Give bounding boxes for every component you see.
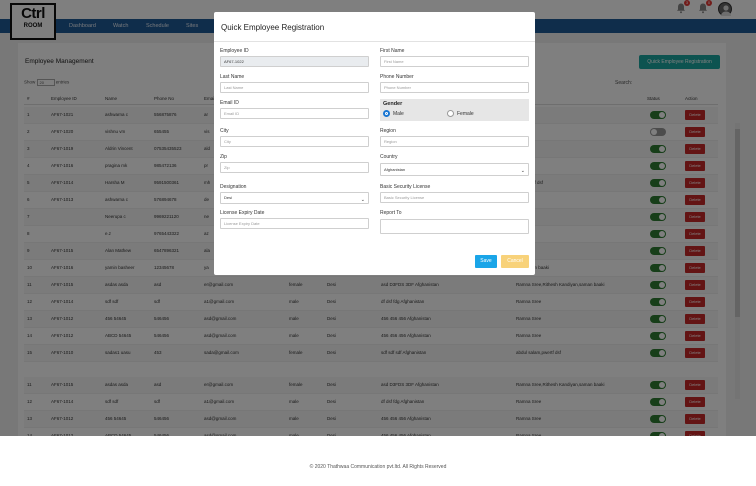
gender-label: Gender (383, 101, 403, 107)
report-to-label: Report To (380, 210, 402, 216)
phone-input[interactable]: Phone Number (380, 82, 529, 93)
employee-id-field: AF67-1022 (220, 56, 369, 67)
email-input[interactable]: Email ID (220, 108, 369, 119)
designation-value: Desi (224, 195, 233, 200)
zip-label: Zip (220, 154, 227, 160)
designation-label: Designation (220, 184, 247, 190)
country-select[interactable]: Afghanistan ⌄ (380, 163, 529, 176)
gender-group: Gender Male Female (380, 99, 529, 121)
cancel-button[interactable]: Cancel (501, 255, 529, 268)
country-label: Country (380, 154, 398, 160)
first-name-label: First Name (380, 48, 405, 54)
designation-select[interactable]: Desi ⌄ (220, 192, 369, 204)
footer-text: © 2020 Thathwaa Communication pvt.ltd. A… (309, 464, 447, 470)
modal-title: Quick Employee Registration (221, 23, 325, 32)
region-label: Region (380, 128, 396, 134)
country-value: Afghanistan (384, 167, 406, 172)
first-name-input[interactable]: First Name (380, 56, 529, 67)
footer: © 2020 Thathwaa Communication pvt.ltd. A… (0, 436, 756, 486)
expiry-input[interactable]: License Expiry Date (220, 218, 369, 229)
gender-female-radio[interactable] (447, 110, 454, 117)
registration-modal: Quick Employee Registration Employee ID … (214, 12, 535, 275)
expiry-label: License Expiry Date (220, 210, 265, 216)
chevron-down-icon: ⌄ (360, 197, 365, 203)
modal-divider (214, 41, 535, 42)
last-name-label: Last Name (220, 74, 245, 80)
city-label: City (220, 128, 229, 134)
phone-label: Phone Number (380, 74, 414, 80)
save-button[interactable]: Save (475, 255, 497, 268)
region-input[interactable]: Region (380, 136, 529, 147)
email-label: Email ID (220, 100, 239, 106)
zip-input[interactable]: Zip (220, 162, 369, 173)
license-input[interactable]: Basic Security License (380, 192, 529, 203)
report-to-input[interactable] (380, 219, 529, 234)
last-name-input[interactable]: Last Name (220, 82, 369, 93)
chevron-down-icon: ⌄ (520, 168, 525, 174)
gender-female-label[interactable]: Female (457, 111, 474, 117)
employee-id-label: Employee ID (220, 48, 249, 54)
city-input[interactable]: City (220, 136, 369, 147)
gender-male-radio[interactable] (383, 110, 390, 117)
license-label: Basic Security License (380, 184, 431, 190)
gender-male-label[interactable]: Male (393, 111, 404, 117)
